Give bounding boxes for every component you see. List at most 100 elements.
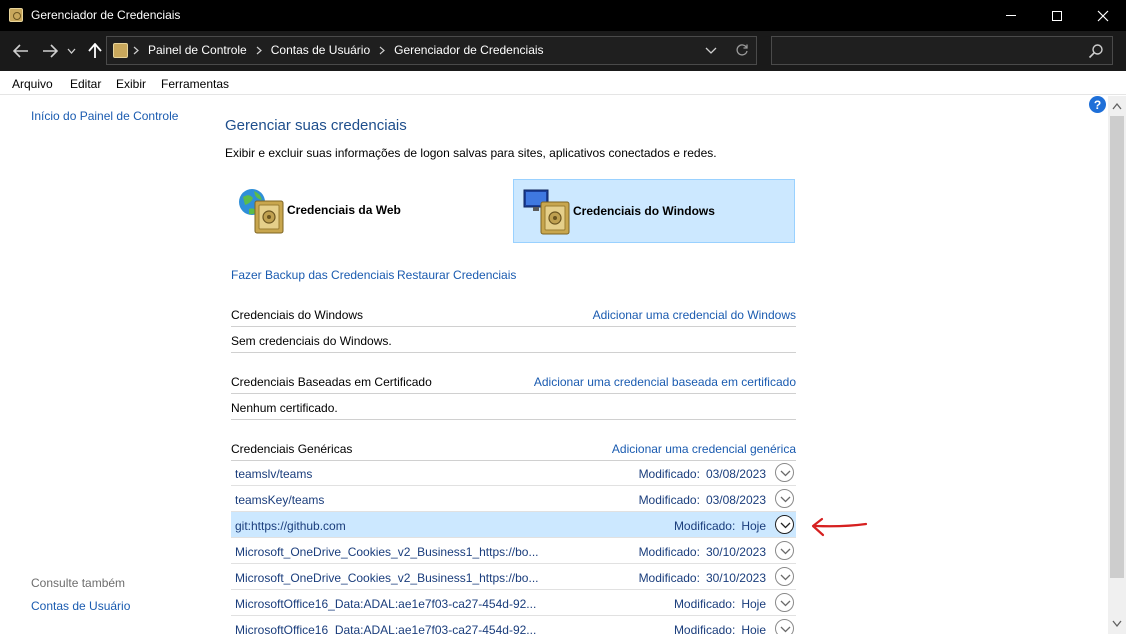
minimize-icon bbox=[1006, 15, 1016, 16]
search-icon bbox=[1088, 44, 1103, 59]
generic-credentials-section-title: Credenciais Genéricas bbox=[231, 442, 353, 456]
expand-credential-button[interactable] bbox=[775, 489, 794, 508]
scroll-up-arrow-icon[interactable] bbox=[1112, 102, 1122, 110]
chevron-right-icon[interactable] bbox=[133, 46, 139, 55]
forward-button[interactable] bbox=[40, 41, 60, 61]
generic-credential-name[interactable]: git:https://github.com bbox=[235, 519, 346, 533]
menu-ferramentas[interactable]: Ferramentas bbox=[161, 77, 229, 91]
menu-arquivo[interactable]: Arquivo bbox=[12, 77, 53, 91]
windows-credentials-section-title: Credenciais do Windows bbox=[231, 308, 364, 322]
windows-credentials-empty: Sem credenciais do Windows. bbox=[231, 327, 796, 353]
generic-credential-row[interactable]: Microsoft_OneDrive_Cookies_v2_Business1_… bbox=[231, 538, 796, 564]
close-button[interactable] bbox=[1080, 0, 1126, 31]
add-generic-credential-link[interactable]: Adicionar uma credencial genérica bbox=[612, 442, 796, 456]
modified-date: Hoje bbox=[741, 623, 766, 634]
close-icon bbox=[1097, 10, 1109, 21]
certificate-credentials-section-title: Credenciais Baseadas em Certificado bbox=[231, 375, 432, 389]
generic-credential-modified: Modificado: Hoje bbox=[674, 597, 766, 611]
generic-credential-row[interactable]: teamsKey/teams Modificado: 03/08/2023 bbox=[231, 486, 796, 512]
refresh-icon bbox=[736, 44, 748, 56]
generic-credential-row[interactable]: Microsoft_OneDrive_Cookies_v2_Business1_… bbox=[231, 564, 796, 590]
web-credentials-vault-icon bbox=[239, 189, 284, 234]
chevron-down-icon bbox=[780, 470, 791, 477]
generic-credential-row[interactable]: MicrosoftOffice16_Data:ADAL:ae1e7f03-ca2… bbox=[231, 590, 796, 616]
modified-date: 03/08/2023 bbox=[705, 493, 766, 507]
modified-label: Modificado: bbox=[638, 467, 700, 481]
modified-date: 03/08/2023 bbox=[705, 467, 766, 481]
modified-label: Modificado: bbox=[673, 623, 736, 634]
modified-date: Hoje bbox=[741, 597, 766, 611]
control-panel-home-link[interactable]: Início do Painel de Controle bbox=[31, 109, 178, 123]
generic-credentials-section-header: Credenciais Genéricas Adicionar uma cred… bbox=[231, 435, 796, 461]
generic-credential-name[interactable]: teamslv/teams bbox=[235, 467, 312, 481]
web-credentials-tile[interactable]: Credenciais da Web bbox=[231, 179, 513, 243]
refresh-button[interactable] bbox=[733, 41, 751, 59]
windows-credentials-section-header: Credenciais do Windows Adicionar uma cre… bbox=[231, 301, 796, 327]
restore-credentials-link[interactable]: Restaurar Credenciais bbox=[397, 268, 516, 282]
generic-credential-modified: Modificado: 30/10/2023 bbox=[639, 545, 766, 559]
address-bar[interactable]: Painel de Controle Contas de Usuário Ger… bbox=[106, 36, 757, 65]
chevron-right-icon[interactable] bbox=[379, 46, 386, 55]
expand-credential-button[interactable] bbox=[775, 593, 794, 612]
certificate-credentials-section-header: Credenciais Baseadas em Certificado Adic… bbox=[231, 368, 796, 394]
up-button[interactable] bbox=[85, 41, 105, 61]
generic-credential-name[interactable]: Microsoft_OneDrive_Cookies_v2_Business1_… bbox=[235, 571, 539, 585]
maximize-button[interactable] bbox=[1034, 0, 1080, 31]
breadcrumb-control-panel[interactable]: Painel de Controle bbox=[148, 43, 247, 57]
certificate-credentials-empty: Nenhum certificado. bbox=[231, 394, 796, 420]
chevron-right-icon[interactable] bbox=[256, 46, 262, 55]
add-windows-credential-link[interactable]: Adicionar uma credencial do Windows bbox=[593, 308, 796, 322]
minimize-button[interactable] bbox=[988, 0, 1034, 31]
expand-credential-button[interactable] bbox=[775, 619, 794, 634]
generic-credential-modified: Modificado: Hoje bbox=[674, 519, 766, 533]
expand-credential-button[interactable] bbox=[775, 541, 794, 560]
breadcrumb-credential-manager[interactable]: Gerenciador de Credenciais bbox=[394, 43, 543, 57]
modified-date: Hoje bbox=[741, 519, 766, 533]
generic-credential-name[interactable]: MicrosoftOffice16_Data:ADAL:ae1e7f03-ca2… bbox=[235, 597, 536, 611]
add-certificate-credential-link[interactable]: Adicionar uma credencial baseada em cert… bbox=[534, 375, 796, 389]
address-dropdown-button[interactable] bbox=[703, 41, 719, 59]
windows-credentials-tile[interactable]: Credenciais do Windows bbox=[513, 179, 795, 243]
help-icon: ? bbox=[1093, 97, 1102, 112]
expand-credential-button[interactable] bbox=[775, 567, 794, 586]
expand-credential-button[interactable] bbox=[775, 463, 794, 482]
annotation-arrow-icon bbox=[811, 517, 868, 537]
generic-credential-name[interactable]: MicrosoftOffice16_Data:ADAL:ae1e7f03-ca2… bbox=[235, 623, 536, 634]
modified-label: Modificado: bbox=[673, 597, 736, 611]
generic-credential-modified: Modificado: Hoje bbox=[674, 623, 766, 634]
generic-credential-row[interactable]: MicrosoftOffice16_Data:ADAL:ae1e7f03-ca2… bbox=[231, 616, 796, 634]
modified-date: 30/10/2023 bbox=[705, 571, 766, 585]
chevron-down-icon bbox=[780, 600, 791, 607]
generic-credential-modified: Modificado: 03/08/2023 bbox=[639, 493, 766, 507]
control-panel-icon bbox=[113, 43, 128, 58]
windows-credentials-label: Credenciais do Windows bbox=[573, 204, 715, 218]
chevron-down-icon bbox=[780, 548, 791, 555]
scroll-down-arrow-icon[interactable] bbox=[1112, 620, 1122, 628]
chevron-down-icon bbox=[780, 574, 791, 581]
chevron-down-icon bbox=[67, 48, 75, 54]
back-button[interactable] bbox=[11, 41, 31, 61]
expand-credential-button[interactable] bbox=[775, 515, 794, 534]
user-accounts-link[interactable]: Contas de Usuário bbox=[31, 599, 130, 613]
see-also-label: Consulte também bbox=[31, 576, 126, 590]
recent-locations-button[interactable] bbox=[64, 41, 78, 61]
search-input[interactable] bbox=[771, 36, 1113, 65]
generic-credential-row[interactable]: teamslv/teams Modificado: 03/08/2023 bbox=[231, 460, 796, 486]
menu-editar[interactable]: Editar bbox=[70, 77, 101, 91]
menu-exibir[interactable]: Exibir bbox=[116, 77, 146, 91]
breadcrumb-user-accounts[interactable]: Contas de Usuário bbox=[271, 43, 370, 57]
scrollbar-thumb[interactable] bbox=[1110, 116, 1124, 578]
modified-label: Modificado: bbox=[638, 493, 700, 507]
help-button[interactable]: ? bbox=[1089, 96, 1106, 113]
generic-credential-row[interactable]: git:https://github.com Modificado: Hoje bbox=[231, 512, 796, 538]
chevron-down-icon bbox=[780, 626, 791, 633]
backup-credentials-link[interactable]: Fazer Backup das Credenciais bbox=[231, 268, 394, 282]
vertical-scrollbar[interactable] bbox=[1108, 96, 1126, 634]
generic-credential-name[interactable]: Microsoft_OneDrive_Cookies_v2_Business1_… bbox=[235, 545, 539, 559]
chevron-down-icon bbox=[780, 522, 791, 529]
title-bar: Gerenciador de Credenciais bbox=[0, 0, 1126, 31]
modified-label: Modificado: bbox=[638, 571, 700, 585]
arrow-left-icon bbox=[13, 44, 28, 58]
arrow-up-icon bbox=[88, 43, 102, 58]
generic-credential-name[interactable]: teamsKey/teams bbox=[235, 493, 324, 507]
